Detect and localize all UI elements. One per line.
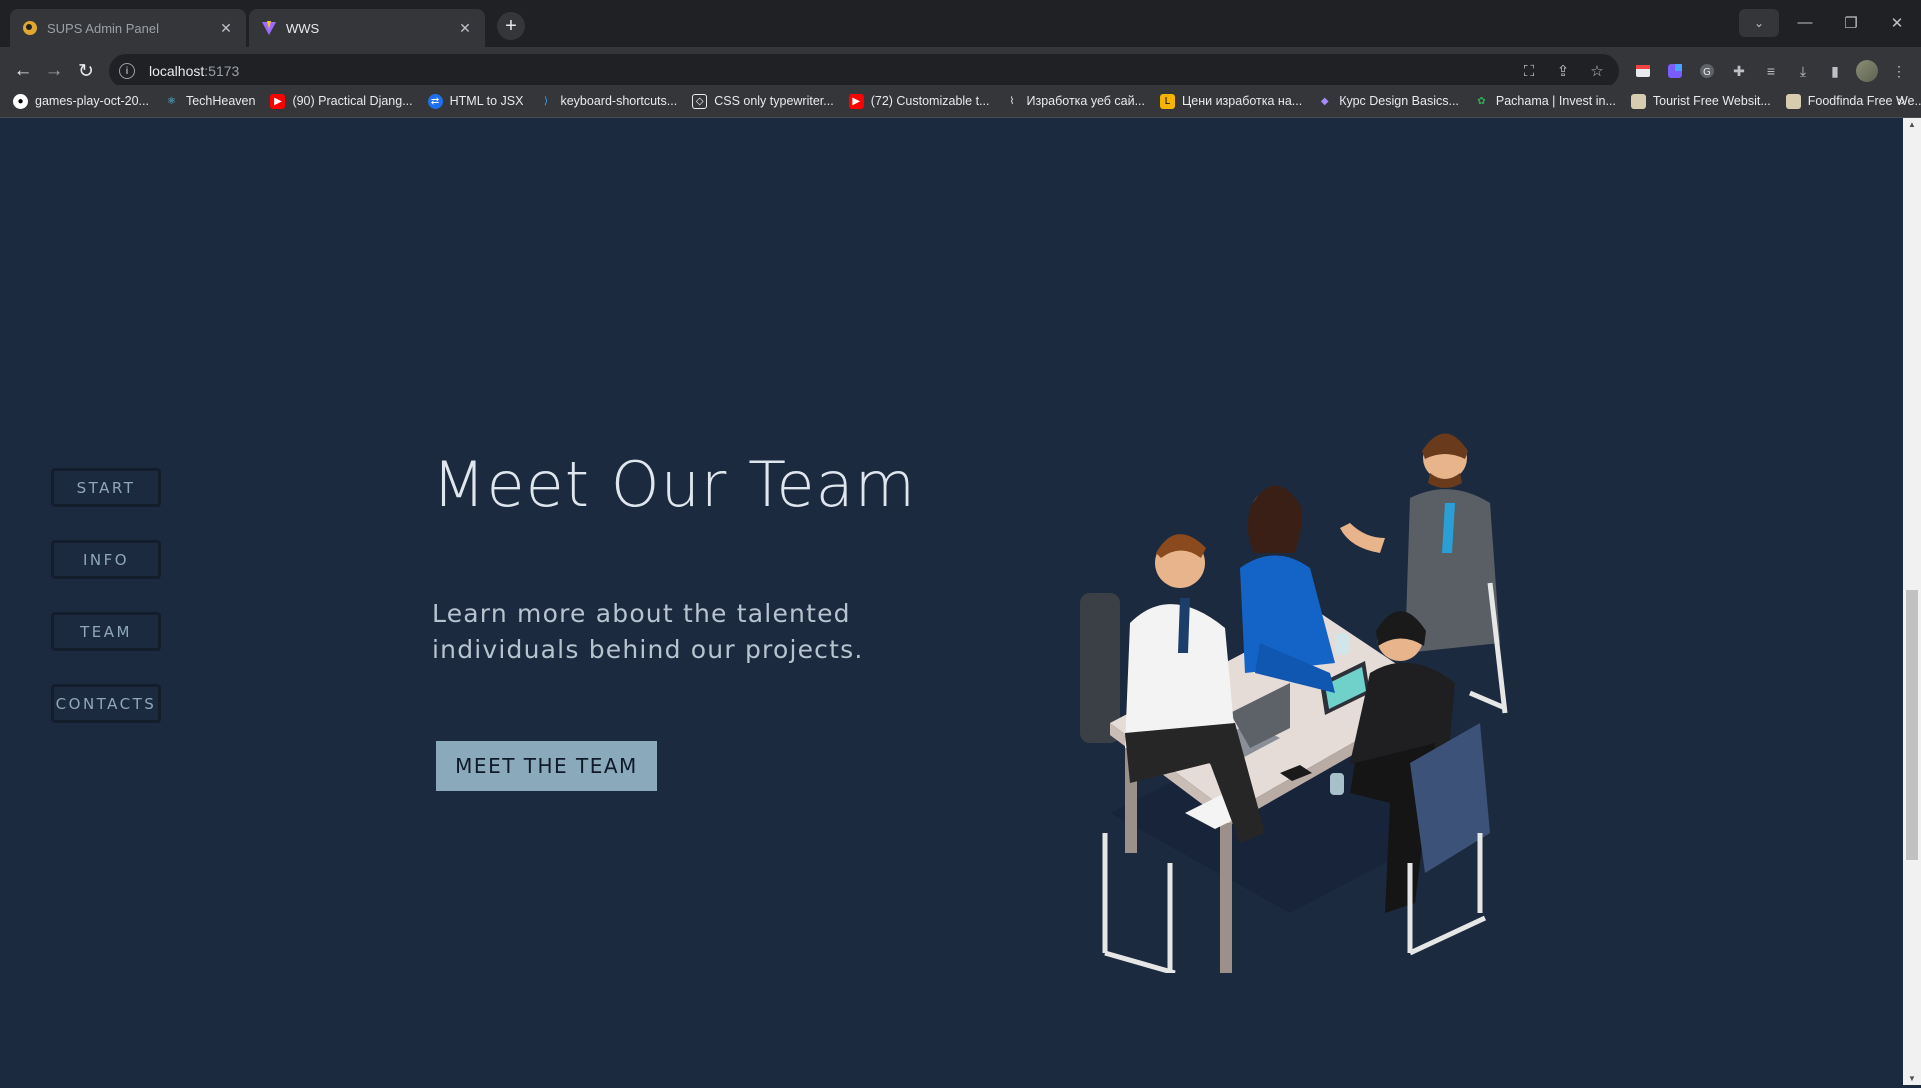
bookmark-item[interactable]: ▶ (72) Customizable t... — [848, 93, 990, 109]
pachama-icon: ✿ — [1477, 95, 1486, 107]
transform-icon: ⇄ — [427, 93, 443, 109]
hero-subtitle: Learn more about the talented individual… — [432, 599, 864, 664]
back-arrow-icon[interactable]: ← — [10, 58, 36, 84]
bookmarks-bar: ● games-play-oct-20... ⚛ TechHeaven ▶ (90) … — [0, 85, 1921, 117]
folder-icon — [1630, 93, 1646, 109]
profile-avatar[interactable] — [1856, 60, 1878, 82]
reading-list-icon[interactable]: ≡ — [1760, 60, 1782, 82]
codepen-icon: ◇ — [692, 93, 708, 109]
site-info-icon[interactable]: i — [119, 63, 135, 79]
bookmark-item[interactable]: L Цени изработка на... — [1160, 93, 1302, 109]
nav-start-button[interactable]: START — [51, 468, 161, 507]
tab-title: SUPS Admin Panel — [47, 20, 160, 36]
bookmark-item[interactable]: ⌇ Изработка уеб сай... — [1005, 94, 1145, 109]
bookmark-item[interactable]: ▶ (90) Practical Djang... — [270, 93, 413, 109]
new-tab-button[interactable]: + — [497, 12, 525, 40]
course-icon: ◆ — [1320, 95, 1329, 107]
scroll-up-icon[interactable]: ▲ — [1908, 120, 1916, 129]
extension-red-icon[interactable] — [1632, 60, 1654, 82]
reload-icon[interactable]: ↻ — [73, 58, 99, 84]
tab-search-icon[interactable]: ⌄ — [1739, 9, 1779, 37]
page-title: Meet Our Team — [432, 448, 916, 521]
youtube-icon: ▶ — [848, 93, 864, 109]
vite-favicon-icon — [261, 20, 277, 36]
extension-gradient-icon[interactable] — [1664, 60, 1686, 82]
tab-sups-admin-panel[interactable]: SUPS Admin Panel ✕ — [10, 9, 246, 47]
meet-the-team-button[interactable]: MEET THE TEAM — [436, 741, 657, 791]
nav-info-button[interactable]: INFO — [51, 540, 161, 579]
address-bar[interactable]: i localhost:5173 ⛶ ⇪ ☆ — [109, 54, 1619, 88]
tab-close-icon[interactable]: ✕ — [457, 20, 473, 36]
close-window-icon[interactable]: ✕ — [1874, 0, 1920, 45]
scrollbar-thumb[interactable] — [1906, 590, 1918, 860]
svg-text:G: G — [1703, 67, 1711, 78]
extensions-puzzle-icon[interactable]: ✚ — [1728, 60, 1750, 82]
url-text: localhost:5173 — [149, 63, 240, 79]
browser-tab-strip: SUPS Admin Panel ✕ WWS ✕ + ⌄ — ❐ ✕ — [0, 0, 1921, 47]
menu-kebab-icon[interactable]: ⋮ — [1888, 60, 1910, 82]
bookmark-item[interactable]: ⇄ HTML to JSX — [427, 93, 523, 109]
nav-contacts-button[interactable]: CONTACTS — [51, 684, 161, 723]
site-icon: ⌇ — [1009, 95, 1015, 107]
team-meeting-illustration — [1080, 433, 1508, 973]
react-icon: ⚛ — [166, 95, 176, 107]
github-icon: ● — [13, 93, 28, 109]
nav-team-button[interactable]: TEAM — [51, 612, 161, 651]
bookmark-item[interactable]: Tourist Free Websit... — [1630, 93, 1771, 109]
minimize-icon[interactable]: — — [1782, 0, 1828, 45]
share-icon[interactable]: ⇪ — [1553, 61, 1573, 81]
bookmark-item[interactable]: ⚛ TechHeaven — [164, 94, 255, 109]
side-panel-icon[interactable]: ▮ — [1824, 60, 1846, 82]
vscode-icon: ⟩ — [544, 95, 548, 107]
bookmark-item[interactable]: ● games-play-oct-20... — [13, 93, 149, 109]
site-icon: L — [1160, 93, 1176, 109]
folder-icon — [1785, 93, 1801, 109]
download-icon[interactable]: ⤓ — [1792, 60, 1814, 82]
bookmark-item[interactable]: ◇ CSS only typewriter... — [692, 93, 834, 109]
vertical-scrollbar[interactable]: ▲ ▼ — [1903, 118, 1921, 1085]
bookmarks-overflow-icon[interactable]: » — [1897, 92, 1905, 108]
forward-arrow-icon[interactable]: → — [41, 58, 67, 84]
restore-icon[interactable]: ❐ — [1828, 0, 1874, 45]
translate-icon[interactable]: ⛶ — [1519, 61, 1539, 81]
tab-close-icon[interactable]: ✕ — [218, 20, 234, 36]
sups-favicon-icon — [22, 20, 38, 36]
side-navigation: START INFO TEAM CONTACTS — [51, 468, 161, 723]
bookmark-item[interactable]: ◆ Курс Design Basics... — [1317, 94, 1459, 109]
tab-wws[interactable]: WWS ✕ — [249, 9, 485, 47]
bookmark-item[interactable]: ✿ Pachama | Invest in... — [1474, 94, 1616, 109]
tab-title: WWS — [286, 20, 320, 36]
bookmark-star-icon[interactable]: ☆ — [1587, 61, 1607, 81]
scroll-down-icon[interactable]: ▼ — [1908, 1074, 1916, 1083]
page-viewport: START INFO TEAM CONTACTS Meet Our Team L… — [0, 118, 1903, 1085]
youtube-icon: ▶ — [270, 93, 286, 109]
grammarly-icon[interactable]: G — [1696, 60, 1718, 82]
bookmark-item[interactable]: ⟩ keyboard-shortcuts... — [538, 94, 677, 109]
